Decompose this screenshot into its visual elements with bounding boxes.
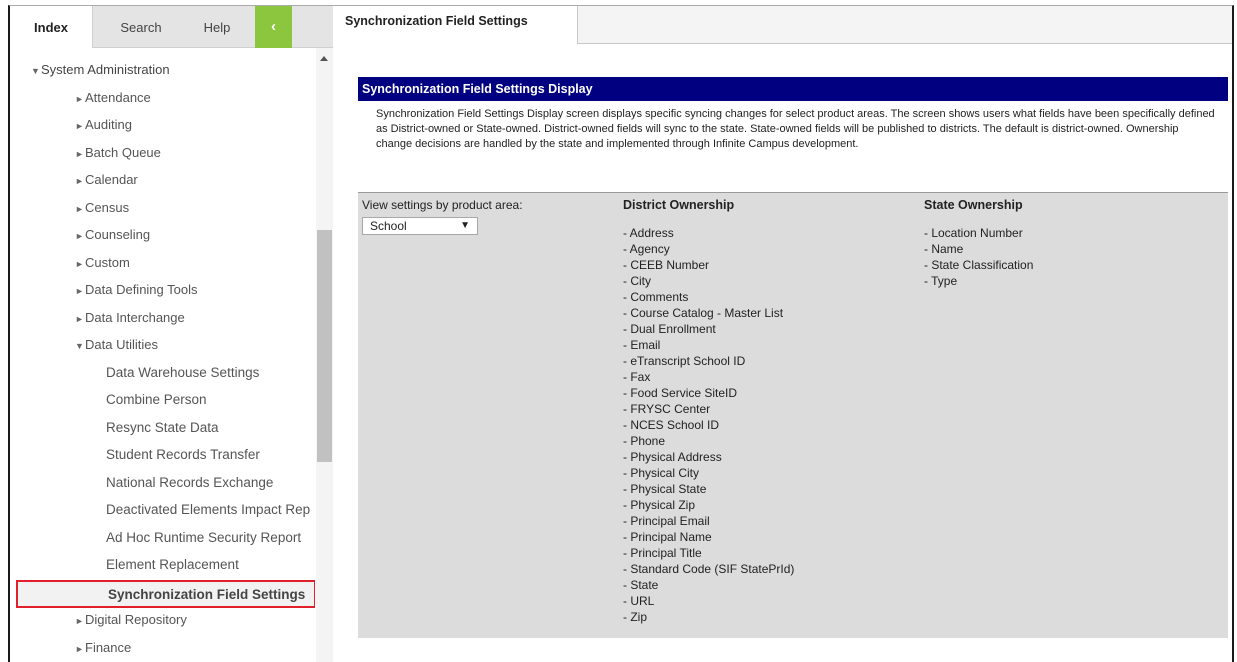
chevron-left-icon: ‹ xyxy=(271,18,276,35)
tab-synchronization-field-settings[interactable]: Synchronization Field Settings xyxy=(333,6,578,44)
tree-item-data-warehouse-settings[interactable]: Data Warehouse Settings xyxy=(106,365,259,380)
triangle-right-icon: ► xyxy=(75,231,84,241)
state-ownership-heading: State Ownership xyxy=(924,198,1023,212)
district-field-item: - Food Service SiteID xyxy=(623,386,738,400)
navigation-tree: ▼System Administration ►Attendance ►Audi… xyxy=(10,48,315,662)
dropdown-arrow-icon: ▼ xyxy=(460,220,470,231)
tree-item-element-replacement[interactable]: Element Replacement xyxy=(106,557,239,572)
district-field-item: - Physical City xyxy=(623,466,700,480)
triangle-right-icon: ► xyxy=(75,616,84,626)
tree-item-calendar[interactable]: ►Calendar xyxy=(75,172,138,187)
district-field-item: - Fax xyxy=(623,370,651,384)
scrollbar-thumb[interactable] xyxy=(317,230,332,462)
triangle-right-icon: ► xyxy=(75,94,84,104)
triangle-down-icon: ▼ xyxy=(31,66,40,76)
tree-item-student-records-transfer[interactable]: Student Records Transfer xyxy=(106,447,260,462)
main-content: Synchronization Field Settings Synchroni… xyxy=(333,6,1232,662)
settings-panel: View settings by product area: School ▼ … xyxy=(358,192,1228,638)
tree-item-data-utilities[interactable]: ▼Data Utilities xyxy=(75,337,158,352)
triangle-right-icon: ► xyxy=(75,286,84,296)
tree-item-custom[interactable]: ►Custom xyxy=(75,255,130,270)
tree-item-census[interactable]: ►Census xyxy=(75,200,129,215)
tab-index[interactable]: Index xyxy=(10,6,93,48)
district-field-item: - Comments xyxy=(623,290,689,304)
district-field-item: - City xyxy=(623,274,651,288)
tree-item-auditing[interactable]: ►Auditing xyxy=(75,117,132,132)
product-area-value: School xyxy=(370,219,407,233)
district-field-item: - Physical Address xyxy=(623,450,722,464)
triangle-down-icon: ▼ xyxy=(75,341,84,351)
district-field-item: - Agency xyxy=(623,242,670,256)
district-field-item: - Physical Zip xyxy=(623,498,696,512)
tree-item-national-records-exchange[interactable]: National Records Exchange xyxy=(106,475,273,490)
district-field-item: - eTranscript School ID xyxy=(623,354,746,368)
district-field-item: - State xyxy=(623,578,659,592)
scroll-up-arrow-icon[interactable] xyxy=(320,56,328,61)
description-text: Synchronization Field Settings Display s… xyxy=(376,108,1215,150)
product-area-select[interactable]: School ▼ xyxy=(362,217,478,235)
district-field-item: - FRYSC Center xyxy=(623,402,711,416)
triangle-right-icon: ► xyxy=(75,176,84,186)
tree-item-synchronization-field-settings[interactable]: Synchronization Field Settings xyxy=(16,580,315,608)
triangle-right-icon: ► xyxy=(75,314,84,324)
triangle-right-icon: ► xyxy=(75,259,84,269)
tree-item-counseling[interactable]: ►Counseling xyxy=(75,227,150,242)
tree-item-combine-person[interactable]: Combine Person xyxy=(106,392,207,407)
sidebar: Index Search Help ‹ ▼System Administrati… xyxy=(10,6,333,662)
collapse-sidebar-button[interactable]: ‹ xyxy=(255,6,292,48)
tree-item-batch-queue[interactable]: ►Batch Queue xyxy=(75,145,161,160)
district-field-item: - Address xyxy=(623,226,674,240)
state-field-item: - State Classification xyxy=(924,258,1034,272)
app-window: Index Search Help ‹ ▼System Administrati… xyxy=(8,5,1234,662)
tree-item-data-interchange[interactable]: ►Data Interchange xyxy=(75,310,185,325)
district-ownership-heading: District Ownership xyxy=(623,198,735,212)
triangle-right-icon: ► xyxy=(75,204,84,214)
district-field-item: - Course Catalog - Master List xyxy=(623,306,784,320)
tree-item-digital-repository[interactable]: ►Digital Repository xyxy=(75,612,187,627)
district-field-item: - Zip xyxy=(623,610,647,624)
district-field-item: - Principal Name xyxy=(623,530,712,544)
tree-item-finance[interactable]: ►Finance xyxy=(75,640,131,655)
district-field-item: - NCES School ID xyxy=(623,418,720,432)
triangle-right-icon: ► xyxy=(75,121,84,131)
district-field-item: - URL xyxy=(623,594,655,608)
state-field-item: - Name xyxy=(924,242,964,256)
district-field-item: - Phone xyxy=(623,434,666,448)
district-field-item: - Principal Title xyxy=(623,546,702,560)
district-field-list: - Address - Agency - CEEB Number - City … xyxy=(623,225,794,625)
district-field-item: - Standard Code (SIF StatePrId) xyxy=(623,562,795,576)
district-field-item: - CEEB Number xyxy=(623,258,710,272)
tree-item-resync-state-data[interactable]: Resync State Data xyxy=(106,420,219,435)
tree-item-attendance[interactable]: ►Attendance xyxy=(75,90,151,105)
tree-item-data-defining-tools[interactable]: ►Data Defining Tools xyxy=(75,282,198,297)
district-field-item: - Principal Email xyxy=(623,514,710,528)
sidebar-scrollbar[interactable] xyxy=(316,48,333,662)
tab-help[interactable]: Help xyxy=(192,6,242,48)
state-field-item: - Location Number xyxy=(924,226,1023,240)
triangle-right-icon: ► xyxy=(75,149,84,159)
main-tab-bar: Synchronization Field Settings xyxy=(333,6,1232,44)
district-field-item: - Physical State xyxy=(623,482,707,496)
triangle-right-icon: ► xyxy=(75,644,84,654)
tree-item-system-administration[interactable]: ▼System Administration xyxy=(31,62,170,77)
state-field-item: - Type xyxy=(924,274,958,288)
state-field-list: - Location Number - Name - State Classif… xyxy=(924,225,1033,289)
tree-item-deactivated-elements-impact-report[interactable]: Deactivated Elements Impact Rep xyxy=(106,502,310,517)
tab-search[interactable]: Search xyxy=(106,6,176,48)
district-field-item: - Email xyxy=(623,338,661,352)
view-settings-label: View settings by product area: xyxy=(362,198,523,212)
district-field-item: - Dual Enrollment xyxy=(623,322,716,336)
tree-item-ad-hoc-runtime-security-report[interactable]: Ad Hoc Runtime Security Report xyxy=(106,530,301,545)
section-header: Synchronization Field Settings Display xyxy=(358,77,1228,101)
sidebar-tabs: Index Search Help ‹ xyxy=(10,6,333,48)
